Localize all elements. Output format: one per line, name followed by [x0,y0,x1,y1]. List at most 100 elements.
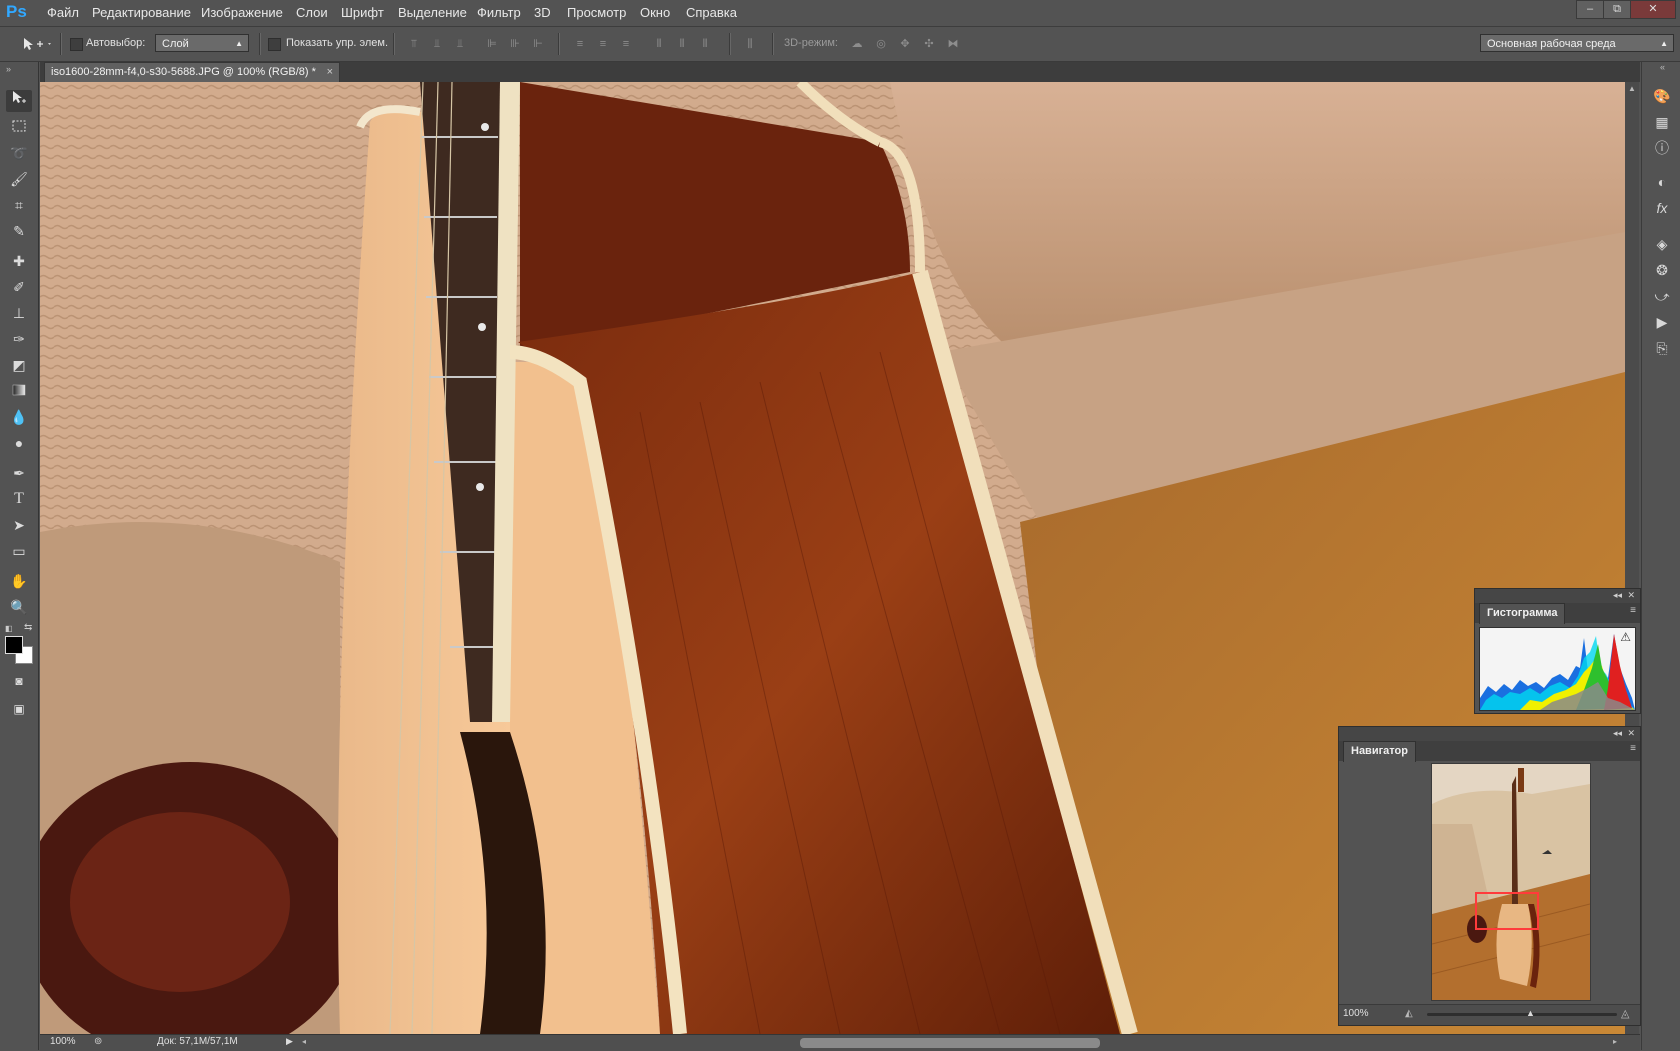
hand-tool-icon[interactable]: ✋ [6,570,32,592]
gradient-tool-icon[interactable] [6,380,32,402]
adjustments-panel-icon[interactable]: ◐ [1652,172,1672,192]
align-bottom-icon[interactable]: ⫫ [453,37,467,51]
autoselect-dropdown[interactable]: Слой ▲ [155,34,249,52]
show-transform-label: Показать упр. элем. [286,37,389,49]
screen-mode-icon[interactable]: ▣ [6,698,32,720]
menu-file[interactable]: Файл [47,0,79,26]
panel-menu-icon[interactable]: ≡ [1630,743,1636,754]
3d-drag-icon[interactable]: ✥ [896,37,914,51]
histogram-tab[interactable]: Гистограмма [1479,603,1566,624]
menu-type[interactable]: Шрифт [341,0,384,26]
default-colors-icon[interactable]: ◧ [5,624,13,633]
document-tab[interactable]: iso1600-28mm-f4,0-s30-5688.JPG @ 100% (R… [44,62,340,82]
distribute-bottom-icon[interactable]: ≡ [619,37,633,51]
dodge-tool-icon[interactable]: ● [6,432,32,454]
styles-panel-icon[interactable]: fx [1652,198,1672,218]
distribute-right-icon[interactable]: ⦀ [698,37,712,51]
brush-tool-icon[interactable]: ✐ [6,276,32,298]
eyedropper-tool-icon[interactable]: ✎ [6,220,32,242]
zoom-level[interactable]: 100% [50,1036,76,1047]
align-left-icon[interactable]: ⊫ [485,37,499,51]
type-tool-icon[interactable]: T [6,488,32,510]
horizontal-scrollbar-thumb[interactable] [800,1038,1100,1048]
menu-image[interactable]: Изображение [201,0,283,26]
3d-rotate-icon[interactable]: ☁ [848,37,866,51]
crop-tool-icon[interactable]: ⌗ [6,194,32,216]
rectangle-tool-icon[interactable]: ▭ [6,540,32,562]
menu-edit[interactable]: Редактирование [92,0,191,26]
3d-slide-icon[interactable]: ✣ [920,37,938,51]
navigator-tab[interactable]: Навигатор [1343,741,1416,762]
navigator-thumbnail[interactable] [1431,763,1591,1001]
navigator-view-box[interactable] [1475,892,1539,930]
distribute-top-icon[interactable]: ≡ [573,37,587,51]
paths-panel-icon[interactable]: ⤻ [1652,286,1672,306]
lasso-tool-icon[interactable]: ➰ [6,142,32,164]
collapse-icon[interactable]: ◂◂ [1613,590,1622,601]
swap-colors-icon[interactable]: ⇆ [24,622,32,633]
scroll-right-arrow-icon[interactable]: ▸ [1613,1037,1617,1046]
panel-menu-icon[interactable]: ≡ [1630,605,1636,616]
share-icon[interactable]: ⊚ [94,1036,102,1047]
zoom-in-icon[interactable]: ◬ [1621,1007,1629,1020]
zoom-slider-track[interactable] [1427,1013,1617,1016]
close-button[interactable]: ✕ [1630,0,1676,19]
menu-help[interactable]: Справка [686,0,737,26]
distribute-hcenter-icon[interactable]: ⦀ [675,37,689,51]
pen-tool-icon[interactable]: ✒ [6,462,32,484]
quick-select-tool-icon[interactable]: 🖌 [6,168,32,190]
align-right-icon[interactable]: ⊩ [531,37,545,51]
foreground-color-swatch[interactable] [5,636,23,654]
navigator-zoom-value[interactable]: 100% [1343,1008,1369,1019]
close-icon[interactable]: ✕ [1627,590,1635,601]
move-tool-preset-icon[interactable] [20,35,54,53]
history-panel-icon[interactable]: ⎘ [1652,338,1672,358]
menu-layers[interactable]: Слои [296,0,328,26]
menu-view[interactable]: Просмотр [567,0,626,26]
show-transform-checkbox[interactable] [268,38,281,51]
history-brush-tool-icon[interactable]: ✑ [6,328,32,350]
collapse-icon[interactable]: ◂◂ [1613,728,1622,739]
path-select-tool-icon[interactable]: ➤ [6,514,32,536]
blur-tool-icon[interactable]: 💧 [6,406,32,428]
distribute-vcenter-icon[interactable]: ≡ [596,37,610,51]
workspace-dropdown[interactable]: Основная рабочая среда ▲ [1480,34,1674,52]
3d-scale-icon[interactable]: ⧓ [944,37,962,51]
layers-panel-icon[interactable]: ◈ [1652,234,1672,254]
eraser-tool-icon[interactable]: ◩ [6,354,32,376]
align-vcenter-icon[interactable]: ⫫ [430,37,444,51]
scroll-left-arrow-icon[interactable]: ◂ [302,1037,306,1046]
status-menu-arrow-icon[interactable]: ▶ [286,1036,293,1047]
move-tool-icon[interactable] [6,90,32,112]
menu-filter[interactable]: Фильтр [477,0,521,26]
auto-align-icon[interactable]: ⫼ [743,37,757,51]
channels-panel-icon[interactable]: ❂ [1652,260,1672,280]
marquee-tool-icon[interactable] [6,116,32,138]
menu-3d[interactable]: 3D [534,0,551,26]
actions-panel-icon[interactable]: ▶ [1652,312,1672,332]
3d-roll-icon[interactable]: ◎ [872,37,890,51]
info-panel-icon[interactable]: ⓘ [1652,138,1672,158]
spot-healing-tool-icon[interactable]: ✚ [6,250,32,272]
align-hcenter-icon[interactable]: ⊪ [508,37,522,51]
menu-select[interactable]: Выделение [398,0,467,26]
restore-button[interactable]: ⧉ [1603,0,1631,19]
distribute-left-icon[interactable]: ⦀ [652,37,666,51]
swatches-panel-icon[interactable]: ▦ [1652,112,1672,132]
close-icon[interactable]: ✕ [1627,728,1635,739]
zoom-slider-thumb[interactable]: ▲ [1526,1008,1535,1018]
quick-mask-icon[interactable]: ◙ [6,670,32,692]
align-top-icon[interactable]: ⫪ [407,37,421,51]
minimize-button[interactable]: – [1576,0,1604,19]
color-panel-icon[interactable]: 🎨 [1652,86,1672,106]
scroll-up-arrow-icon[interactable]: ▲ [1628,84,1636,93]
collapse-toolbar-icon[interactable]: » [6,64,11,74]
close-tab-icon[interactable]: × [327,63,333,82]
zoom-out-icon[interactable]: ◭ [1405,1008,1413,1019]
cache-warning-icon[interactable]: ⚠ [1620,630,1631,644]
clone-stamp-tool-icon[interactable]: ⊥ [6,302,32,324]
menu-window[interactable]: Окно [640,0,670,26]
autoselect-checkbox[interactable] [70,38,83,51]
zoom-tool-icon[interactable]: 🔍 [6,596,32,618]
collapse-panels-icon[interactable]: « [1660,62,1665,72]
